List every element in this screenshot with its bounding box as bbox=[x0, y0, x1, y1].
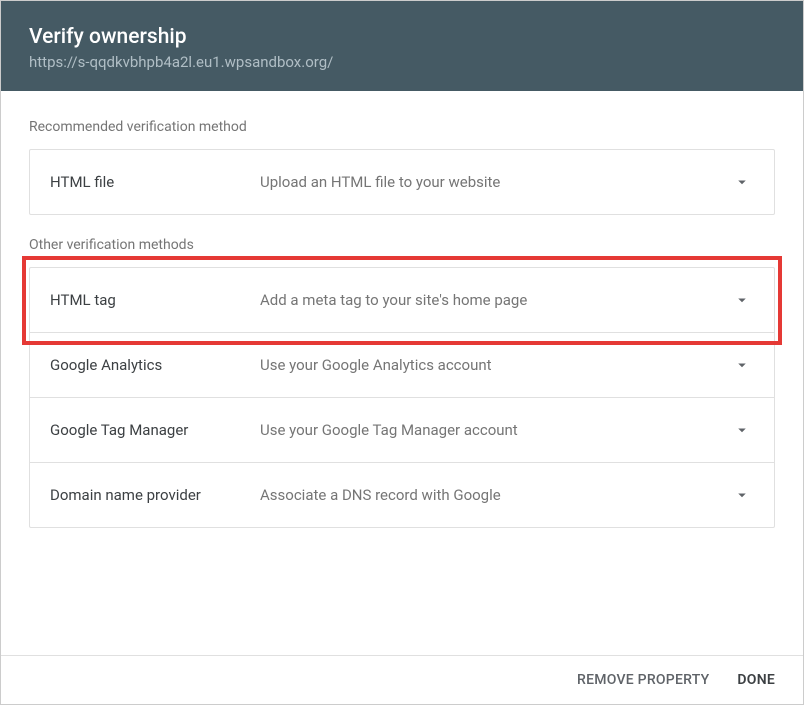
other-section-label: Other verification methods bbox=[29, 237, 775, 253]
method-google-analytics[interactable]: Google Analytics Use your Google Analyti… bbox=[30, 333, 774, 398]
method-html-tag[interactable]: HTML tag Add a meta tag to your site's h… bbox=[30, 268, 774, 333]
other-methods-list: HTML tag Add a meta tag to your site's h… bbox=[29, 267, 775, 528]
chevron-down-icon bbox=[730, 170, 754, 194]
chevron-down-icon bbox=[730, 353, 754, 377]
method-desc: Associate a DNS record with Google bbox=[260, 486, 730, 504]
method-title: Domain name provider bbox=[50, 486, 260, 504]
method-html-file[interactable]: HTML file Upload an HTML file to your we… bbox=[29, 149, 775, 215]
method-desc: Upload an HTML file to your website bbox=[260, 173, 730, 191]
method-desc: Use your Google Analytics account bbox=[260, 356, 730, 374]
chevron-down-icon bbox=[730, 483, 754, 507]
dialog-footer: REMOVE PROPERTY DONE bbox=[1, 655, 803, 704]
method-title: Google Analytics bbox=[50, 356, 260, 374]
method-domain-name-provider[interactable]: Domain name provider Associate a DNS rec… bbox=[30, 463, 774, 527]
method-google-tag-manager[interactable]: Google Tag Manager Use your Google Tag M… bbox=[30, 398, 774, 463]
dialog-subtitle: https://s-qqdkvbhpb4a2l.eu1.wpsandbox.or… bbox=[29, 53, 775, 71]
remove-property-button[interactable]: REMOVE PROPERTY bbox=[577, 672, 709, 688]
done-button[interactable]: DONE bbox=[737, 672, 775, 688]
method-desc: Add a meta tag to your site's home page bbox=[260, 291, 730, 309]
recommended-section-label: Recommended verification method bbox=[29, 119, 775, 135]
verify-ownership-dialog: Verify ownership https://s-qqdkvbhpb4a2l… bbox=[0, 0, 804, 705]
method-title: HTML file bbox=[50, 173, 260, 191]
method-title: HTML tag bbox=[50, 291, 260, 309]
dialog-content: Recommended verification method HTML fil… bbox=[1, 91, 803, 655]
method-desc: Use your Google Tag Manager account bbox=[260, 421, 730, 439]
chevron-down-icon bbox=[730, 418, 754, 442]
dialog-title: Verify ownership bbox=[29, 25, 775, 49]
chevron-down-icon bbox=[730, 288, 754, 312]
dialog-header: Verify ownership https://s-qqdkvbhpb4a2l… bbox=[1, 1, 803, 91]
method-title: Google Tag Manager bbox=[50, 421, 260, 439]
